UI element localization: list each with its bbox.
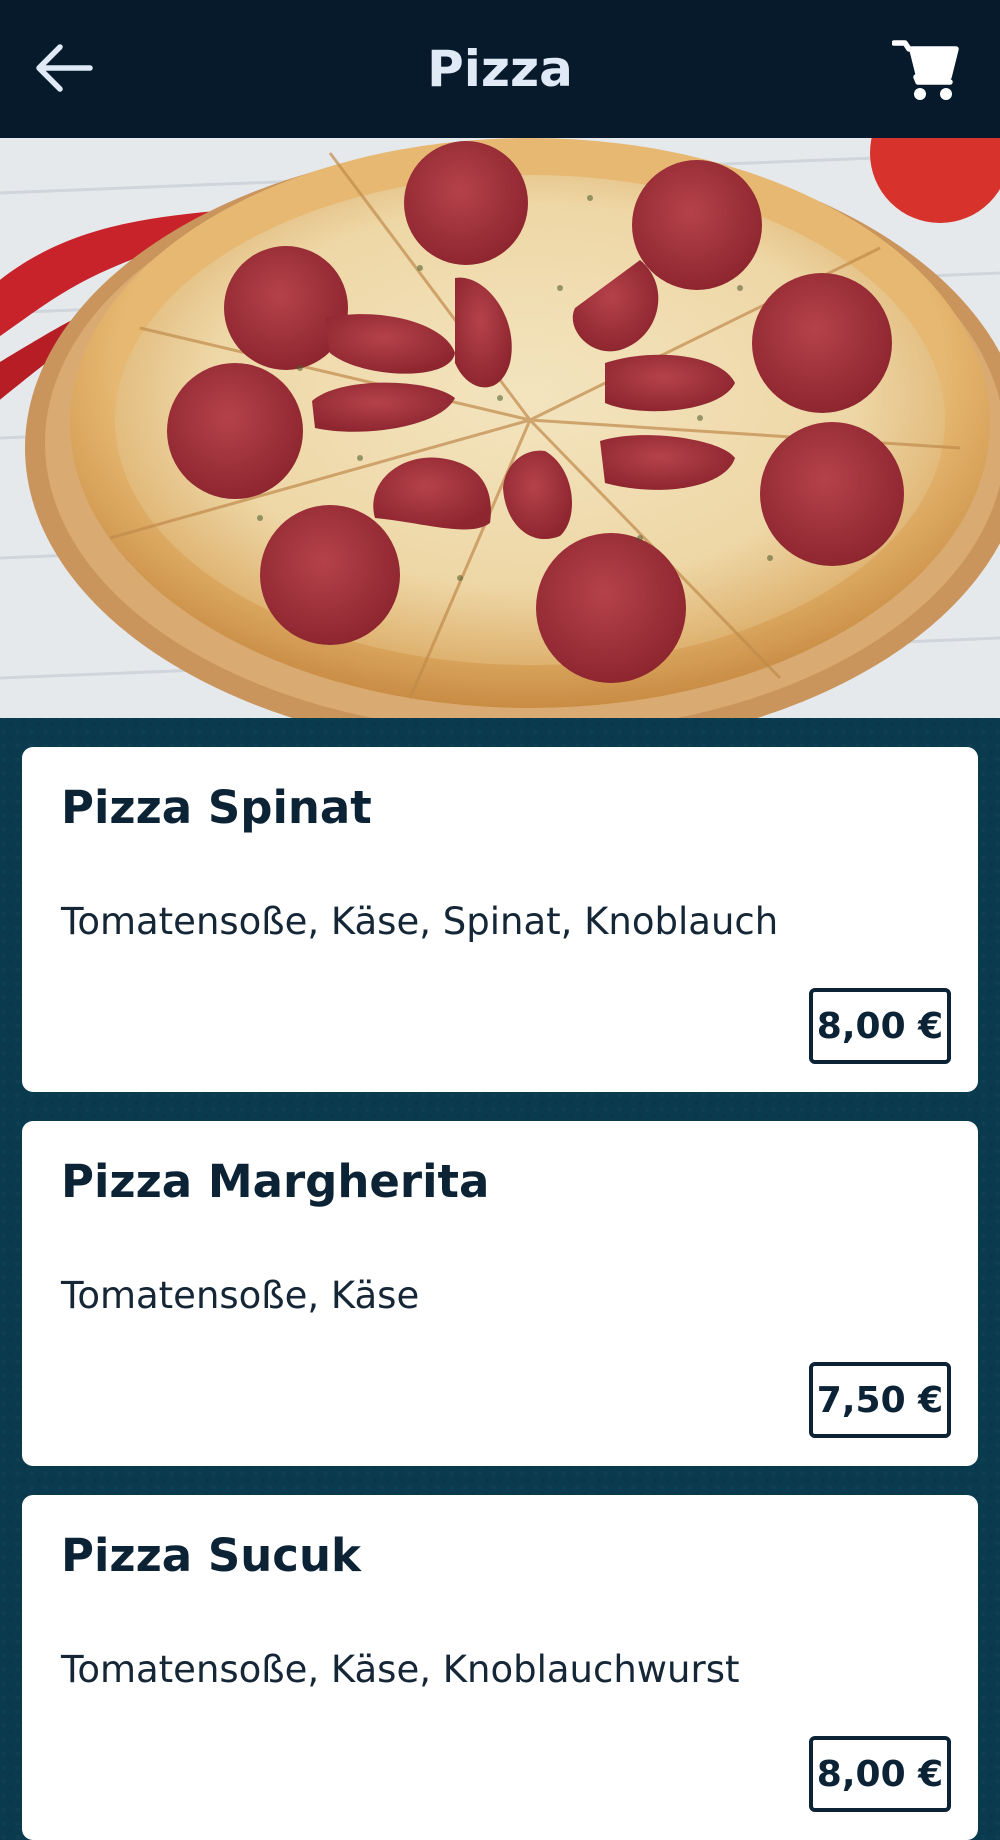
- page-title: Pizza: [427, 40, 573, 98]
- cart-button[interactable]: [891, 35, 960, 103]
- menu-item-card[interactable]: Pizza Spinat Tomatensoße, Käse, Spinat, …: [22, 747, 978, 1092]
- menu-item-name: Pizza Spinat: [61, 781, 372, 834]
- menu-item-description: Tomatensoße, Käse, Knoblauchwurst: [61, 1648, 740, 1691]
- app-bar: Pizza: [0, 0, 1000, 138]
- hero-pizza-image: [0, 138, 1000, 718]
- menu-item-card[interactable]: Pizza Margherita Tomatensoße, Käse 7,50 …: [22, 1121, 978, 1466]
- menu-item-card[interactable]: Pizza Sucuk Tomatensoße, Käse, Knoblauch…: [22, 1495, 978, 1840]
- price-button[interactable]: 7,50 €: [809, 1362, 951, 1438]
- menu-item-name: Pizza Margherita: [61, 1155, 490, 1208]
- price-button[interactable]: 8,00 €: [809, 988, 951, 1064]
- price-button[interactable]: 8,00 €: [809, 1736, 951, 1812]
- shopping-cart-icon: [891, 40, 959, 100]
- menu-item-name: Pizza Sucuk: [61, 1529, 361, 1582]
- menu-item-description: Tomatensoße, Käse: [61, 1274, 420, 1317]
- menu-item-description: Tomatensoße, Käse, Spinat, Knoblauch: [61, 900, 779, 943]
